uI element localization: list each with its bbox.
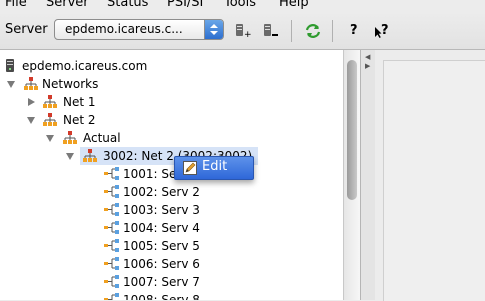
context-menu: Edit (174, 156, 254, 180)
tree-item-label: 1004: Serv 4 (123, 221, 200, 235)
scrollbar-thumb[interactable] (347, 60, 357, 200)
tree-item-label: 1008: Serv 8 (123, 293, 200, 300)
service-icon (104, 275, 119, 288)
tree-scrollbar[interactable] (343, 50, 360, 300)
tree-item-net-2[interactable]: Net 2 (0, 111, 343, 129)
details-pane (375, 50, 485, 301)
tree-item-service[interactable]: 1008: Serv 8 (0, 291, 343, 300)
add-server-button[interactable]: + (234, 22, 252, 40)
collapsed-triangle-icon[interactable] (28, 98, 35, 106)
tree-item-label: Actual (83, 131, 121, 145)
service-icon (104, 203, 119, 216)
tree-item-service[interactable]: 1001: Serv 1 (0, 165, 343, 183)
collapse-left-icon[interactable]: ◀ (365, 54, 370, 61)
collapse-right-icon[interactable]: ▶ (365, 63, 370, 70)
select-stepper[interactable] (204, 20, 223, 39)
expanded-triangle-icon[interactable] (27, 117, 35, 124)
server-select-value: epdemo.icareus.c... (65, 22, 183, 36)
tree-item-actual[interactable]: Actual (0, 129, 343, 147)
network-icon (43, 113, 57, 126)
network-icon (24, 77, 38, 90)
server-select[interactable]: epdemo.icareus.c... (54, 19, 224, 40)
tree-item-service[interactable]: 1007: Serv 7 (0, 273, 343, 291)
tree-item-service[interactable]: 1004: Serv 4 (0, 219, 343, 237)
updown-arrows-icon (210, 24, 218, 35)
service-icon (104, 239, 119, 252)
context-help-button[interactable]: ? (374, 22, 392, 40)
service-icon (104, 185, 119, 198)
service-icon (104, 167, 119, 180)
tree-item-service[interactable]: 1006: Serv 6 (0, 255, 343, 273)
add-server-icon: + (236, 24, 252, 40)
expanded-triangle-icon[interactable] (66, 153, 74, 160)
tree-item-label: Networks (42, 77, 99, 91)
context-menu-item-edit[interactable] (183, 161, 197, 178)
tree-item-net-1[interactable]: Net 1 (0, 93, 343, 111)
toolbar-separator (332, 20, 333, 42)
menu-psisi[interactable]: PSI/SI (167, 0, 203, 11)
context-help-glyph: ? (381, 23, 389, 38)
details-panel (383, 60, 485, 301)
network-icon (63, 131, 77, 144)
expanded-triangle-icon[interactable] (46, 135, 54, 142)
menu-file[interactable]: File (5, 0, 27, 11)
svg-text:+: + (244, 30, 252, 40)
menu-status[interactable]: Status (107, 0, 148, 11)
edit-icon (183, 161, 197, 175)
remove-server-icon (264, 24, 278, 36)
split-pane-divider[interactable]: ◀ ▶ (360, 50, 376, 300)
tree-item-label: 1003: Serv 3 (123, 203, 200, 217)
service-icon (104, 257, 119, 270)
menu-help[interactable]: Help (279, 0, 309, 11)
tree-item-networks[interactable]: Networks (0, 75, 343, 93)
tree-item-label: 1002: Serv 2 (123, 185, 200, 199)
help-button[interactable]: ? (350, 22, 368, 40)
remove-server-button[interactable] (262, 22, 280, 40)
tree-item-transport-3002[interactable]: 3002: Net 2 (3002:3002) (0, 147, 343, 165)
network-icon (83, 149, 97, 162)
tree-item-label: 1006: Serv 6 (123, 257, 200, 271)
tree-item-service[interactable]: 1003: Serv 3 (0, 201, 343, 219)
edit-menu-label[interactable]: Edit (202, 159, 227, 174)
tree-item-label: epdemo.icareus.com (22, 59, 148, 73)
refresh-icon (305, 24, 321, 38)
network-tree[interactable]: epdemo.icareus.com Networks Net 1 Net 2 … (0, 50, 343, 300)
tree-item-service[interactable]: 1002: Serv 2 (0, 183, 343, 201)
tree-item-server[interactable]: epdemo.icareus.com (0, 57, 343, 75)
tree-item-label: Net 1 (63, 95, 96, 109)
tree-item-label: Net 2 (63, 113, 96, 127)
service-icon (104, 221, 119, 234)
menu-bar: File Server Status PSI/SI Tools Help (0, 0, 485, 12)
tree-item-label: 1007: Serv 7 (123, 275, 200, 289)
toolbar: Server epdemo.icareus.c... + ? ? (0, 12, 485, 50)
service-icon (104, 293, 119, 300)
toolbar-separator (291, 20, 292, 42)
tree-item-service[interactable]: 1005: Serv 5 (0, 237, 343, 255)
menu-tools[interactable]: Tools (224, 0, 256, 11)
server-icon (6, 59, 14, 72)
tree-item-label: 1005: Serv 5 (123, 239, 200, 253)
menu-server[interactable]: Server (46, 0, 89, 11)
refresh-button[interactable] (304, 22, 322, 40)
network-icon (43, 95, 57, 108)
server-label: Server (5, 22, 48, 37)
expanded-triangle-icon[interactable] (7, 81, 15, 88)
